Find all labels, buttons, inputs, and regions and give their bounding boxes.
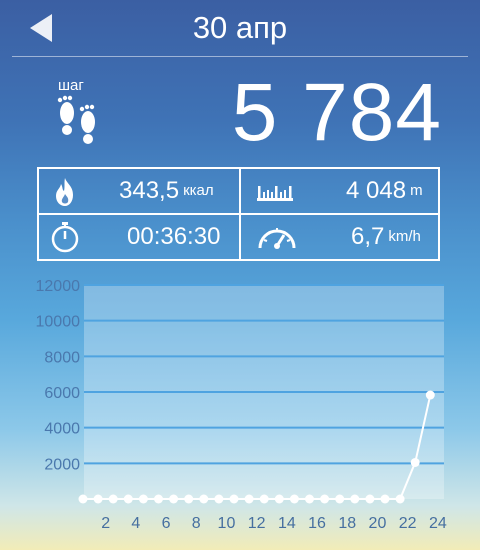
x-tick-label: 18 [338, 515, 356, 532]
step-count: 5 784 [231, 67, 442, 158]
data-point [350, 494, 360, 504]
data-point [425, 390, 435, 400]
y-tick-label: 6000 [44, 385, 80, 402]
x-tick-label: 6 [162, 515, 171, 532]
stopwatch-icon [51, 222, 79, 253]
data-point [123, 494, 133, 504]
data-point [380, 494, 390, 504]
distance-unit: m [410, 182, 423, 199]
distance-readout: 4 048 m [346, 177, 423, 205]
calories-readout: 343,5 ккал [119, 177, 214, 205]
footprints-icon [57, 95, 95, 144]
y-tick-label: 2000 [44, 456, 80, 473]
x-tick-label: 12 [248, 515, 266, 532]
header: 30 апр [0, 0, 480, 56]
steps-label: шаг [58, 77, 84, 94]
stats-grid: 343,5 ккал 4 048 m 00:36:30 6,7 km/h [37, 167, 440, 261]
data-point [365, 494, 375, 504]
speed-unit: km/h [388, 228, 421, 245]
distance-value: 4 048 [346, 177, 407, 204]
y-tick-label: 12000 [36, 278, 81, 295]
x-tick-label: 2 [101, 515, 110, 532]
steps-chart: 200040006000800010000120002 4 6 8 10 12 14 16 18… [36, 278, 447, 532]
data-point [214, 494, 224, 504]
x-tick-label: 4 [131, 515, 140, 532]
header-divider [12, 56, 468, 57]
ruler-icon [257, 186, 293, 201]
y-tick-label: 10000 [36, 314, 81, 331]
data-point [244, 494, 254, 504]
data-point [78, 494, 88, 504]
data-point [169, 494, 179, 504]
data-point [138, 494, 148, 504]
speed-cell: 6,7 km/h [241, 215, 441, 259]
data-point [229, 494, 239, 504]
speed-readout: 6,7 km/h [351, 223, 421, 251]
data-point [335, 494, 345, 504]
x-tick-label: 24 [429, 515, 447, 532]
distance-cell: 4 048 m [241, 169, 441, 213]
x-tick-label: 10 [218, 515, 236, 532]
duration-value: 00:36:30 [127, 223, 221, 250]
data-point [259, 494, 269, 504]
x-tick-label: 22 [399, 515, 417, 532]
data-point [410, 457, 420, 467]
data-point [199, 494, 209, 504]
y-tick-label: 4000 [44, 421, 80, 438]
duration-cell: 00:36:30 [39, 215, 239, 259]
calories-unit: ккал [183, 182, 214, 199]
flame-icon [56, 178, 73, 206]
data-point [154, 494, 163, 504]
data-point [320, 494, 330, 504]
x-tick-label: 20 [369, 515, 387, 532]
speedometer-icon [258, 228, 296, 249]
data-point [289, 494, 299, 504]
x-tick-label: 14 [278, 515, 296, 532]
data-point [108, 494, 118, 504]
speed-value: 6,7 [351, 223, 385, 250]
data-point [274, 494, 284, 504]
calories-cell: 343,5 ккал [39, 169, 239, 213]
data-point [184, 494, 194, 504]
data-point [305, 494, 314, 504]
data-point [93, 494, 103, 504]
x-tick-label: 8 [192, 515, 201, 532]
data-point [395, 494, 405, 504]
page-title: 30 апр [192, 10, 288, 45]
calories-value: 343,5 [119, 177, 180, 204]
y-tick-label: 8000 [44, 349, 80, 366]
x-tick-label: 16 [308, 515, 326, 532]
